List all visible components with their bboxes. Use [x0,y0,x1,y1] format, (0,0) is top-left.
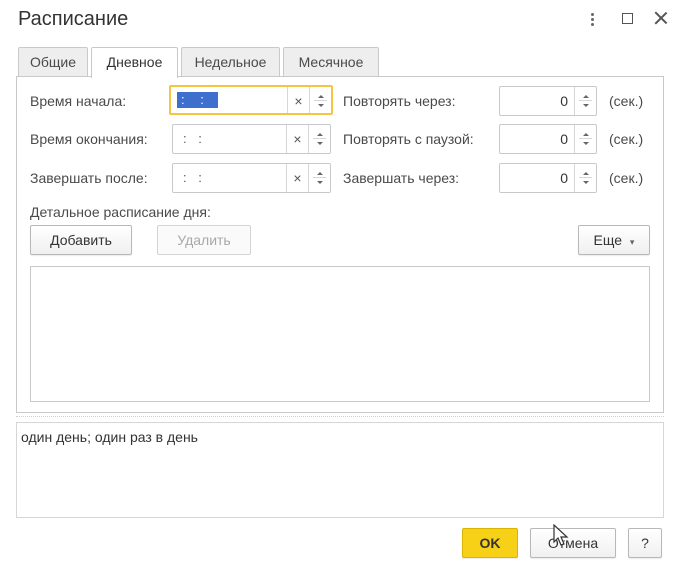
repeat-pause-label: Повторять с паузой: [343,131,474,147]
finish-in-unit: (сек.) [609,170,644,186]
finish-in-field[interactable]: 0 [499,163,597,193]
detail-schedule-list[interactable] [30,266,650,402]
clear-icon[interactable]: × [287,87,309,113]
schedule-summary: один день; один раз в день [16,422,664,518]
end-time-label: Время окончания: [30,131,148,147]
spinner-icon[interactable] [574,125,596,153]
chevron-down-icon: ▾ [629,237,635,247]
repeat-pause-value: 0 [560,131,568,147]
clear-icon[interactable]: × [286,125,308,153]
start-time-label: Время начала: [30,93,127,109]
ok-button[interactable]: OK [462,528,518,558]
finish-after-value: : : [183,170,206,185]
repeat-every-field[interactable]: 0 [499,86,597,116]
spinner-icon[interactable] [308,125,330,153]
mouse-cursor-icon [553,524,569,546]
end-time-field[interactable]: : : × [172,124,331,154]
finish-after-field[interactable]: : : × [172,163,331,193]
detail-schedule-label: Детальное расписание дня: [30,204,211,220]
maximize-icon[interactable] [622,13,633,24]
repeat-every-label: Повторять через: [343,93,456,109]
end-time-value: : : [183,131,206,146]
more-actions-icon[interactable] [585,12,599,28]
tab-weekly[interactable]: Недельное [181,47,280,77]
delete-button[interactable]: Удалить [157,225,251,255]
tab-general[interactable]: Общие [18,47,88,77]
start-time-field[interactable]: : : × [169,85,333,115]
window-title: Расписание [18,8,129,30]
add-button[interactable]: Добавить [30,225,132,255]
summary-text: один день; один раз в день [21,429,198,445]
clear-icon[interactable]: × [286,164,308,192]
spinner-icon[interactable] [308,164,330,192]
repeat-pause-field[interactable]: 0 [499,124,597,154]
repeat-every-value: 0 [560,93,568,109]
tab-monthly[interactable]: Месячное [283,47,379,77]
finish-after-label: Завершать после: [30,170,148,186]
more-button-label: Еще [593,232,623,248]
divider [16,416,664,417]
close-icon[interactable] [652,9,670,27]
cancel-button[interactable]: Отмена [530,528,616,558]
help-button[interactable]: ? [628,528,662,558]
repeat-every-unit: (сек.) [609,93,644,109]
start-time-value: : : [177,92,218,108]
spinner-icon[interactable] [309,87,331,113]
spinner-icon[interactable] [574,164,596,192]
finish-in-value: 0 [560,170,568,186]
tab-daily[interactable]: Дневное [91,47,178,78]
repeat-pause-unit: (сек.) [609,131,644,147]
finish-in-label: Завершать через: [343,170,460,186]
spinner-icon[interactable] [574,87,596,115]
more-button[interactable]: Еще ▾ [578,225,650,255]
